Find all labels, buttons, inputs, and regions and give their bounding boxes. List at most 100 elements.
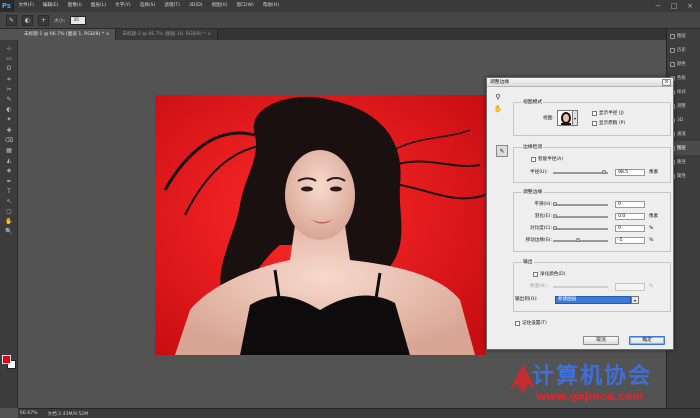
output-to-select[interactable]: 新建图层 <box>555 296 631 304</box>
view-thumbnail[interactable] <box>557 110 573 126</box>
zoom-tool-icon[interactable]: ⚲ <box>493 92 503 102</box>
panel-item[interactable]: 颜色 <box>667 57 700 71</box>
document-info: 文档:2.43M/9.52M <box>47 411 89 417</box>
size-label: 大小: <box>54 18 66 24</box>
document-canvas[interactable] <box>155 95 486 355</box>
menu-item[interactable]: 文字(Y) <box>111 0 136 12</box>
menu-item[interactable]: 视图(V) <box>207 0 232 12</box>
menu-item[interactable]: 滤镜(T) <box>160 0 185 12</box>
maximize-icon[interactable]: □ <box>668 1 680 10</box>
panel-label: 颜色 <box>677 62 686 67</box>
panel-label: 3D <box>677 117 684 123</box>
tab-document-1[interactable]: 未标题-1 @ 66.7% (图层 1, RGB/8) * × <box>18 29 117 40</box>
adjust-row-slider-thumb[interactable] <box>575 238 580 242</box>
window-controls: − □ × <box>652 1 696 10</box>
adjust-row-input[interactable]: 0 <box>615 201 645 208</box>
tool-icon[interactable]: ▢ <box>0 207 18 217</box>
tool-icon[interactable]: ✂ <box>0 85 18 95</box>
ok-button[interactable]: 确定 <box>629 336 665 345</box>
adjust-row-slider-thumb[interactable] <box>553 214 557 218</box>
tool-icon[interactable]: ʘ <box>0 64 18 74</box>
view-mode-group: 视图模式 <box>513 100 671 136</box>
tool-icon[interactable]: ◭ <box>0 156 18 166</box>
tool-icon[interactable]: ⊹ <box>0 44 18 54</box>
panel-item[interactable]: 历史 <box>667 43 700 57</box>
decontaminate-label: 净化颜色(D) <box>540 272 566 277</box>
show-original-checkbox[interactable] <box>592 121 597 126</box>
remember-settings-checkbox[interactable] <box>515 321 520 326</box>
menu-item[interactable]: 窗口(W) <box>232 0 258 12</box>
tool-icon[interactable]: ◐ <box>0 105 18 115</box>
close-icon[interactable]: × <box>662 79 671 86</box>
adjust-row-slider[interactable] <box>553 214 608 218</box>
radius-slider[interactable] <box>553 170 608 174</box>
adjust-row-slider[interactable] <box>553 202 608 206</box>
tool-icon[interactable]: T <box>0 187 18 197</box>
panel-icon <box>670 61 675 67</box>
menu-item[interactable]: 图层(L) <box>86 0 110 12</box>
brush-mode-icon[interactable]: ◐ <box>22 14 33 26</box>
menu-item[interactable]: 文件(F) <box>14 0 38 12</box>
adjust-row-slider-thumb[interactable] <box>553 226 557 230</box>
dialog-tools: ⚲ ✋ <box>488 90 509 150</box>
menu-item[interactable]: 选择(S) <box>135 0 160 12</box>
tool-list: ⊹ ▭ ʘ ⌗ ✂ ✎ ◐ ✦ ✚ ⌫ ▦ ◭ ◈ ✒ T ↖ ▢ ✋ 🔍 <box>0 44 17 238</box>
refine-edge-dialog: 调整边缘 × ⚲ ✋ ✎ 视图模式 视图: ▾ 显示半径 (J) 显示原稿 (P… <box>486 77 674 350</box>
watermark-url: www.gxjmca.com <box>536 390 644 403</box>
tool-icon[interactable]: 🔍 <box>0 227 18 237</box>
cancel-button[interactable]: 取消 <box>583 336 619 345</box>
chevron-down-icon[interactable]: ▾ <box>631 296 639 304</box>
tool-icon[interactable]: ▦ <box>0 146 18 156</box>
refine-radius-brush-icon[interactable]: ✎ <box>496 145 508 157</box>
menu-item[interactable]: 编辑(E) <box>38 0 63 12</box>
options-bar: ✎ ◐ + 大小: 35 <box>0 12 700 29</box>
foreground-color-swatch[interactable] <box>2 355 11 364</box>
tool-icon[interactable]: ✚ <box>0 126 18 136</box>
brush-add-icon[interactable]: + <box>38 14 49 26</box>
size-input[interactable]: 35 <box>70 15 87 25</box>
menu-item[interactable]: 帮助(H) <box>258 0 283 12</box>
menu-item[interactable]: 3D(D) <box>184 0 207 12</box>
close-icon[interactable]: × <box>684 1 696 10</box>
adjust-row-input[interactable]: -5 <box>615 237 645 244</box>
adjust-row-slider-thumb[interactable] <box>553 202 557 206</box>
adjust-row-slider[interactable] <box>553 226 608 230</box>
smart-radius-label: 智能半径(A) <box>538 157 564 162</box>
show-radius-label: 显示半径 (J) <box>599 111 624 116</box>
tool-preset-icon[interactable]: ✎ <box>6 14 17 26</box>
tool-icon[interactable]: ✦ <box>0 115 18 125</box>
radius-slider-thumb[interactable] <box>602 170 607 174</box>
adjust-row-input[interactable]: 0 <box>615 225 645 232</box>
tool-icon[interactable]: ✋ <box>0 217 18 227</box>
tab-document-2[interactable]: 未标题-2 @ 66.7% (图层 10, RGB/8) * × <box>116 29 218 40</box>
tool-icon[interactable]: ✒ <box>0 176 18 186</box>
tool-icon[interactable]: ⌫ <box>0 136 18 146</box>
panel-label: 历史 <box>677 48 686 53</box>
edge-detection-title: 边缘检测 <box>522 145 544 151</box>
color-swatches[interactable] <box>2 355 16 369</box>
amount-label: 数量(N): <box>530 284 548 289</box>
show-radius-checkbox[interactable] <box>592 111 597 116</box>
adjust-row-input[interactable]: 0.0 <box>615 213 645 220</box>
radius-label: 半径(U): <box>530 170 548 175</box>
dialog-titlebar[interactable]: 调整边缘 × <box>487 78 673 87</box>
view-label: 视图: <box>543 116 554 121</box>
photoshop-logo: Ps <box>0 0 14 12</box>
tool-icon[interactable]: ✎ <box>0 95 18 105</box>
decontaminate-checkbox[interactable] <box>533 272 538 277</box>
tool-icon[interactable]: ▭ <box>0 54 18 64</box>
tool-icon[interactable]: ◈ <box>0 166 18 176</box>
smart-radius-checkbox[interactable] <box>531 157 536 162</box>
adjust-row-slider[interactable] <box>553 238 608 242</box>
hand-tool-icon[interactable]: ✋ <box>493 104 503 114</box>
zoom-level[interactable]: 66.67% <box>20 411 38 416</box>
panel-item[interactable]: 图层 <box>667 29 700 43</box>
radius-input[interactable]: 98.5 <box>615 169 645 176</box>
document-tabs: 未标题-1 @ 66.7% (图层 1, RGB/8) * × 未标题-2 @ … <box>18 29 666 40</box>
menu-item[interactable]: 图像(I) <box>63 0 86 12</box>
view-dropdown-icon[interactable]: ▾ <box>573 110 578 126</box>
tool-icon[interactable]: ⌗ <box>0 75 18 85</box>
panel-label: 调整 <box>677 104 686 109</box>
tool-icon[interactable]: ↖ <box>0 197 18 207</box>
minimize-icon[interactable]: − <box>652 1 664 10</box>
